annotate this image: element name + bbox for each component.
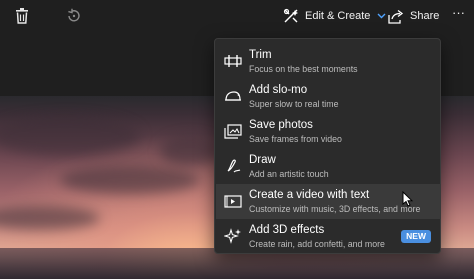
video-text-icon [223, 191, 243, 211]
edit-create-icon [283, 7, 301, 25]
menu-item-title: Create a video with text [249, 189, 370, 201]
menu-item-title: Add slo-mo [249, 84, 308, 96]
menu-item-subtitle: Super slow to real time [249, 99, 339, 109]
share-button[interactable]: Share [388, 6, 439, 26]
slow-motion-icon [223, 86, 243, 106]
menu-item-title: Trim [249, 49, 272, 61]
menu-item-3d-effects[interactable]: Add 3D effects Create rain, add confetti… [216, 219, 441, 254]
delete-icon[interactable] [12, 6, 32, 26]
edit-create-menu: Trim Focus on the best moments Add slo-m… [214, 38, 441, 254]
save-photos-icon [223, 121, 243, 141]
chevron-down-icon [377, 13, 386, 19]
mouse-cursor-icon [402, 190, 414, 212]
menu-item-title: Add 3D effects [249, 224, 325, 236]
menu-item-subtitle: Save frames from video [249, 134, 342, 144]
menu-item-draw[interactable]: Draw Add an artistic touch [216, 149, 441, 184]
menu-item-title: Draw [249, 154, 276, 166]
menu-item-subtitle: Create rain, add confetti, and more [249, 239, 385, 249]
rotate-icon[interactable] [64, 6, 84, 26]
edit-create-label: Edit & Create [305, 10, 371, 22]
toolbar: Edit & Create Share ··· [0, 0, 474, 34]
share-icon [388, 7, 406, 25]
trim-icon [223, 51, 243, 71]
menu-item-save-photos[interactable]: Save photos Save frames from video [216, 114, 441, 149]
sparkle-icon [223, 226, 243, 246]
share-label: Share [410, 10, 440, 22]
menu-item-subtitle: Focus on the best moments [249, 64, 358, 74]
more-options-button[interactable]: ··· [452, 2, 465, 22]
menu-item-subtitle: Add an artistic touch [249, 169, 329, 179]
edit-create-button[interactable]: Edit & Create [283, 6, 386, 26]
menu-item-trim[interactable]: Trim Focus on the best moments [216, 44, 441, 79]
draw-icon [223, 156, 243, 176]
menu-item-subtitle: Customize with music, 3D effects, and mo… [249, 204, 421, 214]
menu-item-slo-mo[interactable]: Add slo-mo Super slow to real time [216, 79, 441, 114]
menu-item-title: Save photos [249, 119, 313, 131]
new-badge: NEW [401, 230, 431, 243]
more-options-label: ··· [452, 4, 465, 20]
